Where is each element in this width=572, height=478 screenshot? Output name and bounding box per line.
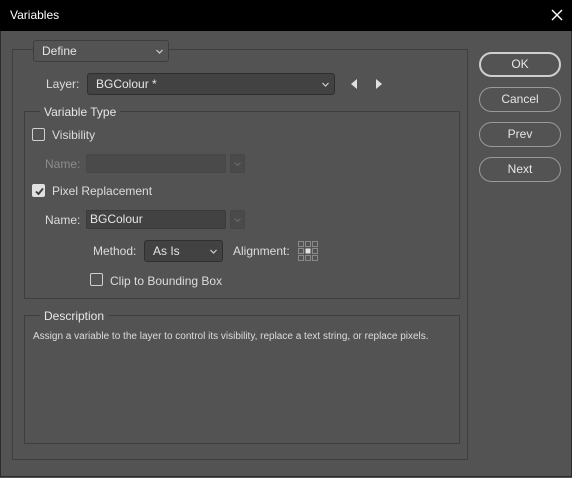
pixel-name-label: Name: <box>45 213 81 227</box>
pixel-name-field[interactable]: BGColour <box>86 210 226 229</box>
method-label: Method: <box>93 244 137 258</box>
visibility-label: Visibility <box>52 128 96 142</box>
close-button[interactable] <box>542 0 572 31</box>
arrow-right-icon[interactable] <box>374 78 384 90</box>
chevron-down-icon <box>234 162 241 167</box>
mode-select-value: Define <box>42 44 77 58</box>
chevron-down-icon <box>156 49 163 54</box>
next-button[interactable]: Next <box>479 157 561 182</box>
visibility-checkbox[interactable] <box>32 128 45 141</box>
cancel-button[interactable]: Cancel <box>479 87 561 112</box>
alignment-grid-icon[interactable] <box>298 241 318 261</box>
close-icon <box>551 9 563 21</box>
ok-button[interactable]: OK <box>479 52 561 77</box>
visibility-name-field[interactable] <box>86 154 226 173</box>
description-text: Assign a variable to the layer to contro… <box>33 331 429 342</box>
layer-select[interactable]: BGColour * <box>87 73 335 95</box>
pixel-name-dropdown[interactable] <box>230 210 245 229</box>
description-title: Description <box>40 309 109 323</box>
layer-label: Layer: <box>46 77 80 91</box>
visibility-name-label: Name: <box>45 157 81 171</box>
prev-button[interactable]: Prev <box>479 122 561 147</box>
window-title: Variables <box>10 8 60 22</box>
mode-select[interactable]: Define <box>33 40 169 62</box>
arrow-left-icon[interactable] <box>349 78 359 90</box>
chevron-down-icon <box>322 82 329 87</box>
method-select[interactable]: As Is <box>144 240 223 262</box>
checkmark-icon <box>35 187 44 196</box>
chevron-down-icon <box>234 218 241 223</box>
clip-checkbox[interactable] <box>90 273 103 286</box>
layer-select-value: BGColour * <box>96 77 157 91</box>
alignment-label: Alignment: <box>233 244 290 258</box>
pixel-replacement-label: Pixel Replacement <box>52 184 153 198</box>
method-select-value: As Is <box>153 244 180 258</box>
clip-label: Clip to Bounding Box <box>110 274 223 288</box>
visibility-name-dropdown[interactable] <box>230 154 245 173</box>
title-bar: Variables <box>0 0 572 31</box>
variable-type-title: Variable Type <box>40 105 121 119</box>
pixel-replacement-checkbox[interactable] <box>32 184 45 197</box>
chevron-down-icon <box>210 249 217 254</box>
